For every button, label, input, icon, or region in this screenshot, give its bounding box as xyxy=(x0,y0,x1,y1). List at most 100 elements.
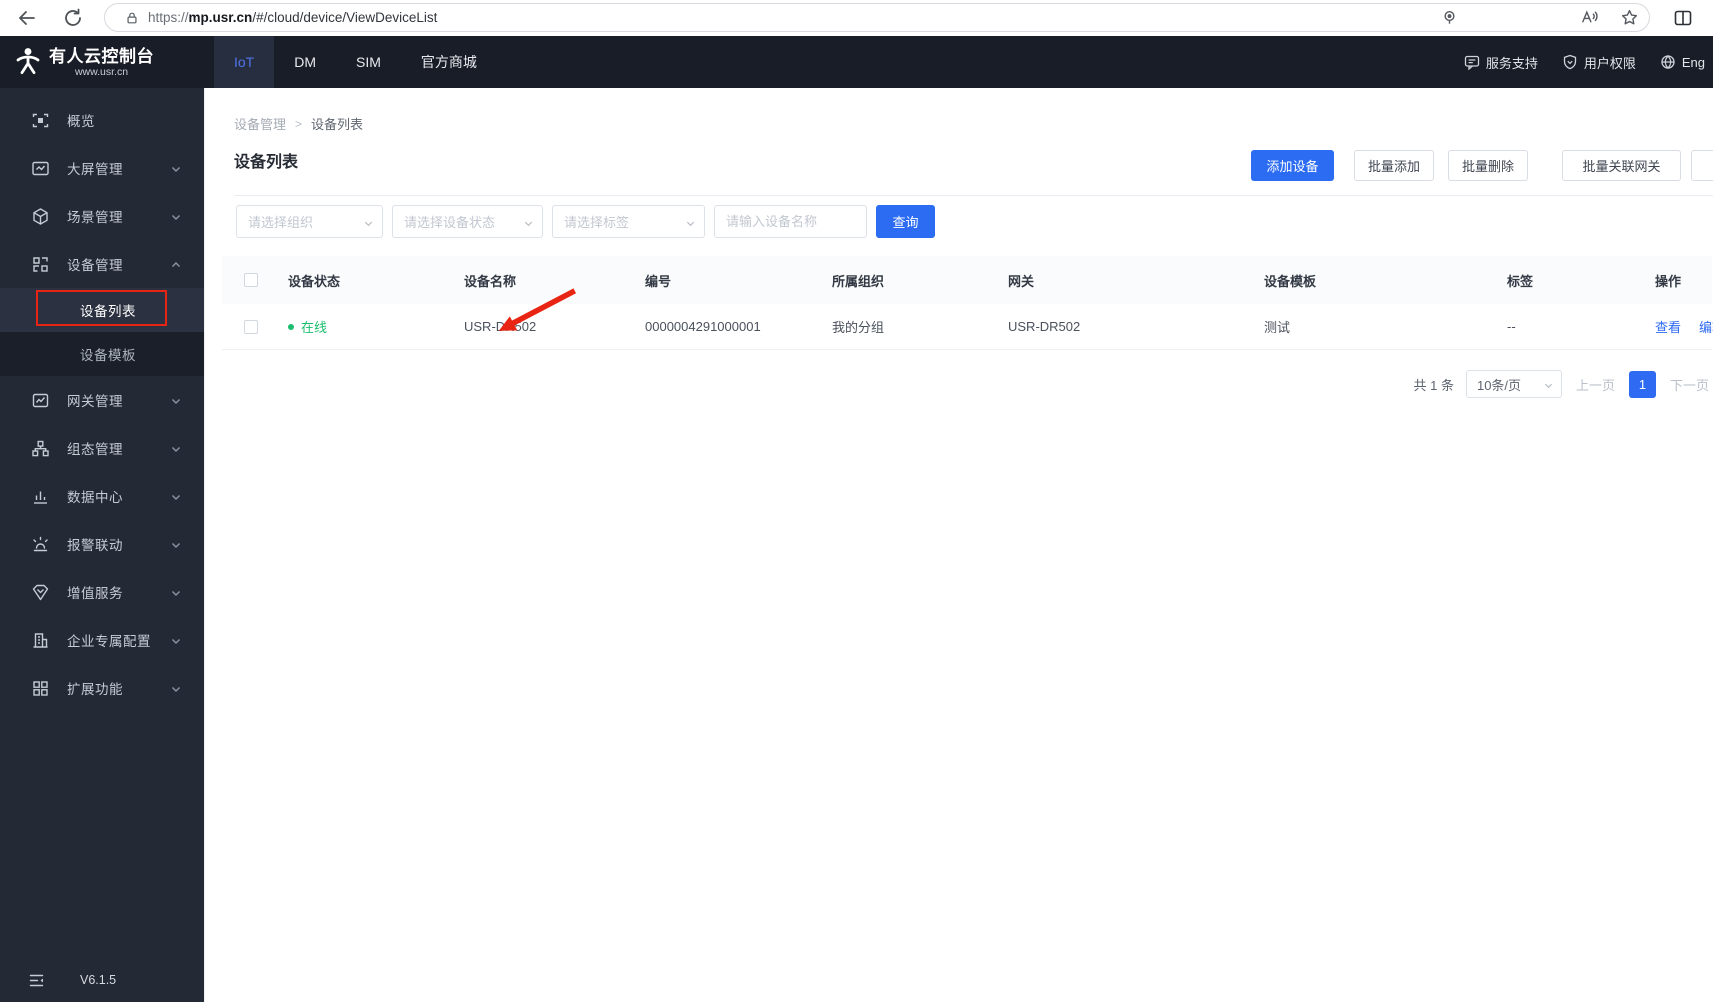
sidebar-item-enterprise-config[interactable]: 企业专属配置 xyxy=(0,616,204,664)
sidebar-item-label: 场景管理 xyxy=(67,210,123,225)
cell-gateway: USR-DR502 xyxy=(1008,319,1081,334)
brand-logo[interactable]: 有人云控制台 www.usr.cn xyxy=(0,36,204,88)
version-label: V6.1.5 xyxy=(80,973,117,987)
sidebar-item-device-management[interactable]: 设备管理 xyxy=(0,240,204,288)
sidebar-item-label: 数据中心 xyxy=(67,490,123,505)
breadcrumb-device-management[interactable]: 设备管理 xyxy=(234,114,286,133)
search-button[interactable]: 查询 xyxy=(876,205,935,238)
device-status-select[interactable]: 请选择设备状态 xyxy=(392,205,543,238)
view-link[interactable]: 查看 xyxy=(1655,317,1681,336)
page-size-select[interactable]: 10条/页 xyxy=(1465,370,1562,398)
sidebar-item-overview[interactable]: 概览 xyxy=(0,96,204,144)
bar-chart-icon xyxy=(31,487,50,506)
sidebar-item-label: 组态管理 xyxy=(67,442,123,457)
sidebar-item-alarm[interactable]: 报警联动 xyxy=(0,520,204,568)
chevron-down-icon xyxy=(170,538,182,550)
gem-badge-icon xyxy=(31,583,50,602)
prev-page-button[interactable]: 上一页 xyxy=(1576,375,1615,394)
sidebar-item-data-center[interactable]: 数据中心 xyxy=(0,472,204,520)
chevron-down-icon xyxy=(170,442,182,454)
alarm-siren-icon xyxy=(31,535,50,554)
person-logo-icon xyxy=(16,48,40,75)
row-checkbox[interactable] xyxy=(244,319,258,334)
sidebar-item-big-screen[interactable]: 大屏管理 xyxy=(0,144,204,192)
tab-mall[interactable]: 官方商城 xyxy=(401,36,497,88)
user-permission-link[interactable]: 用户权限 xyxy=(1562,53,1636,72)
main-content: 设备管理 > 设备列表 设备列表 添加设备 批量添加 批量删除 批量关联网关 排… xyxy=(204,88,1713,1002)
grid-apps-icon xyxy=(31,679,50,698)
sidebar-item-value-added[interactable]: 增值服务 xyxy=(0,568,204,616)
chevron-down-icon xyxy=(523,216,534,227)
sidebar-item-device-template[interactable]: 设备模板 xyxy=(0,332,204,376)
sidebar-footer: V6.1.5 xyxy=(0,958,204,1002)
org-select[interactable]: 请选择组织 xyxy=(236,205,383,238)
pagination: 共 1 条 10条/页 上一页 1 下一页 xyxy=(205,369,1709,399)
org-select-placeholder: 请选择组织 xyxy=(248,215,314,230)
cell-tag: -- xyxy=(1507,319,1516,334)
next-page-button[interactable]: 下一页 xyxy=(1670,375,1709,394)
url-text: https://mp.usr.cn/#/cloud/device/ViewDev… xyxy=(148,10,438,25)
tab-dm[interactable]: DM xyxy=(274,36,336,88)
lock-icon[interactable] xyxy=(125,11,139,25)
page-title: 设备列表 xyxy=(234,154,299,171)
breadcrumb-device-list: 设备列表 xyxy=(311,117,364,132)
back-arrow-icon[interactable] xyxy=(16,7,38,29)
collapse-menu-icon[interactable] xyxy=(28,972,45,989)
header-actions: 操作 xyxy=(1655,273,1682,289)
select-all-checkbox[interactable] xyxy=(244,273,258,287)
sidebar-item-label: 设备管理 xyxy=(67,258,123,273)
top-navbar: 有人云控制台 www.usr.cn IoT DM SIM 官方商城 服务支持 用… xyxy=(0,36,1713,88)
location-icon[interactable] xyxy=(1440,8,1459,27)
filter-bar: 请选择组织 请选择设备状态 请选择标签 查询 xyxy=(236,205,935,238)
cell-template: 测试 xyxy=(1264,320,1291,335)
favorite-star-icon[interactable] xyxy=(1620,8,1639,27)
chevron-down-icon xyxy=(363,216,374,227)
batch-delete-button[interactable]: 批量删除 xyxy=(1448,150,1528,181)
read-aloud-icon[interactable] xyxy=(1580,8,1599,27)
nav-tabs: IoT DM SIM 官方商城 xyxy=(214,36,497,88)
brand-subtitle: www.usr.cn xyxy=(74,65,129,78)
sidebar: 概览 大屏管理 场景管理 设备管理 设备列表 设备模板 网关管理 组态管理 数据… xyxy=(0,88,204,1002)
refresh-icon[interactable] xyxy=(62,7,84,29)
sidebar-item-gateway[interactable]: 网关管理 xyxy=(0,376,204,424)
overview-icon xyxy=(31,111,50,130)
device-status-placeholder: 请选择设备状态 xyxy=(404,215,496,230)
sidebar-item-scene[interactable]: 场景管理 xyxy=(0,192,204,240)
tag-select-placeholder: 请选择标签 xyxy=(564,215,630,230)
chevron-down-icon xyxy=(170,210,182,222)
online-dot-icon xyxy=(288,323,294,330)
shield-icon xyxy=(1563,54,1576,70)
cell-actions: 查看 编辑 xyxy=(1645,317,1713,336)
globe-icon xyxy=(1661,55,1675,69)
tab-iot[interactable]: IoT xyxy=(214,36,275,88)
language-label: Eng xyxy=(1681,54,1705,70)
address-bar[interactable]: https://mp.usr.cn/#/cloud/device/ViewDev… xyxy=(104,3,1650,32)
support-link[interactable]: 服务支持 xyxy=(1464,53,1538,72)
chat-bubble-icon xyxy=(1464,55,1479,70)
brand-title: 有人云控制台 xyxy=(49,46,154,66)
sidebar-item-label: 报警联动 xyxy=(67,538,123,553)
header-organization: 所属组织 xyxy=(832,273,885,289)
tab-sim[interactable]: SIM xyxy=(336,36,401,88)
header-template: 设备模板 xyxy=(1264,273,1317,289)
sidebar-item-label: 扩展功能 xyxy=(67,682,123,697)
split-screen-icon[interactable] xyxy=(1673,8,1693,28)
edit-link[interactable]: 编辑 xyxy=(1699,317,1713,336)
chevron-down-icon xyxy=(170,490,182,502)
language-link[interactable]: Eng xyxy=(1660,54,1705,70)
chevron-down-icon xyxy=(170,586,182,598)
sidebar-item-device-list[interactable]: 设备列表 xyxy=(0,288,204,332)
sidebar-item-configuration[interactable]: 组态管理 xyxy=(0,424,204,472)
clipped-button[interactable]: 排 xyxy=(1691,150,1713,181)
chevron-down-icon xyxy=(1543,379,1554,390)
current-page-button[interactable]: 1 xyxy=(1628,370,1656,398)
add-device-button[interactable]: 添加设备 xyxy=(1251,150,1334,181)
device-name-input[interactable] xyxy=(714,205,867,238)
batch-add-button[interactable]: 批量添加 xyxy=(1354,150,1434,181)
breadcrumb-separator: > xyxy=(295,116,303,131)
user-permission-label: 用户权限 xyxy=(1583,55,1636,71)
batch-link-gateway-button[interactable]: 批量关联网关 xyxy=(1562,150,1681,181)
sidebar-item-extensions[interactable]: 扩展功能 xyxy=(0,664,204,712)
tag-select[interactable]: 请选择标签 xyxy=(552,205,705,238)
navbar-right: 服务支持 用户权限 Eng xyxy=(1440,36,1713,88)
